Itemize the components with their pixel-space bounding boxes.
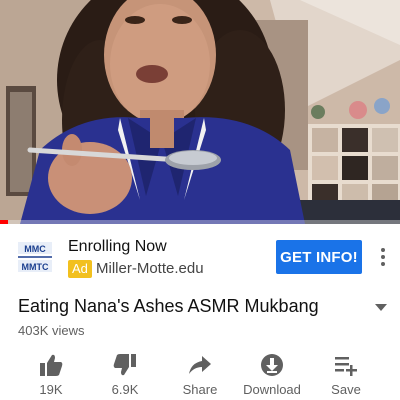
share-icon — [189, 356, 211, 374]
ad-banner[interactable]: MMC MMTC Enrolling Now Ad Miller-Motte.e… — [0, 224, 400, 288]
ad-title[interactable]: Enrolling Now — [68, 238, 167, 256]
like-button[interactable]: 19K — [18, 350, 84, 400]
download-icon — [261, 354, 283, 376]
download-label: Download — [243, 382, 301, 397]
add-to-playlist-icon — [335, 357, 357, 376]
more-options-icon[interactable] — [374, 244, 392, 270]
ad-badge: Ad — [68, 260, 92, 278]
thumbs-down-icon — [113, 354, 136, 376]
save-label: Save — [331, 382, 361, 397]
get-info-button[interactable]: GET INFO! — [276, 240, 362, 274]
ad-logo-text-top: MMC — [24, 244, 46, 254]
dislike-count: 6.9K — [111, 382, 139, 397]
like-count: 19K — [39, 382, 63, 397]
share-label: Share — [182, 382, 218, 397]
thumbs-up-icon — [40, 354, 63, 376]
video-title[interactable]: Eating Nana's Ashes ASMR Mukbang — [18, 296, 319, 317]
ad-domain[interactable]: Miller-Motte.edu — [96, 260, 204, 278]
dislike-button[interactable]: 6.9K — [92, 350, 158, 400]
ad-logo-text-bottom: MMTC — [22, 262, 49, 272]
download-button[interactable]: Download — [239, 350, 305, 400]
video-frame — [0, 0, 400, 224]
ad-logo[interactable]: MMC MMTC — [14, 236, 56, 278]
video-player[interactable] — [0, 0, 400, 224]
share-button[interactable]: Share — [167, 350, 233, 400]
expand-description-icon[interactable] — [374, 302, 388, 312]
view-count: 403K views — [18, 323, 85, 338]
save-button[interactable]: Save — [313, 350, 379, 400]
